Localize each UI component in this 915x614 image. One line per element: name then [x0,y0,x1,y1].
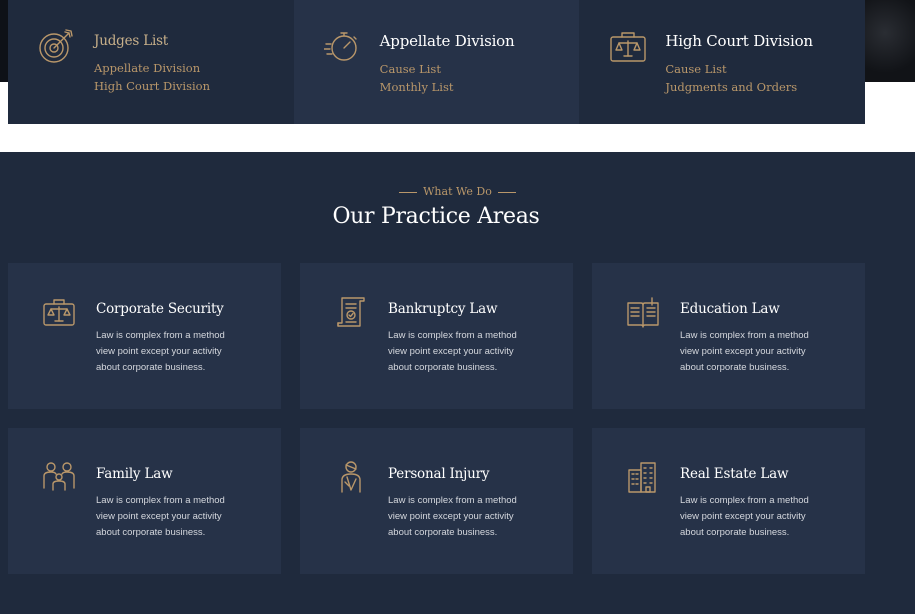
quick-link-title[interactable]: Appellate Division [380,32,515,50]
practice-card-family-law[interactable]: Family Law Law is complex from a method … [8,428,281,574]
link-monthly-list[interactable]: Monthly List [380,78,515,96]
injured-person-icon [334,460,368,494]
eyebrow-line [399,191,418,193]
family-icon [42,460,76,494]
quick-link-high-court-division[interactable]: High Court Division Cause List Judgments… [579,0,866,124]
stopwatch-icon [323,28,360,64]
card-description: Law is complex from a method view point … [388,330,517,373]
quick-link-title[interactable]: High Court Division [665,32,813,50]
practice-areas-section: What We Do Our Practice Areas Corporate … [0,152,915,614]
card-description: Law is complex from a method view point … [680,495,809,538]
book-icon [626,295,660,329]
section-eyebrow: What We Do [0,185,915,198]
card-title[interactable]: Corporate Security [96,301,246,317]
quick-link-judges-list[interactable]: Judges List Appellate Division High Cour… [8,0,294,124]
link-high-court-division[interactable]: High Court Division [94,77,210,95]
card-title[interactable]: Real Estate Law [680,466,830,482]
practice-card-education-law[interactable]: Education Law Law is complex from a meth… [592,263,865,409]
building-icon [626,460,660,494]
quick-link-title[interactable]: Judges List [94,33,210,49]
practice-card-personal-injury[interactable]: Personal Injury Law is complex from a me… [300,428,573,574]
eyebrow-line [497,191,516,193]
practice-grid: Corporate Security Law is complex from a… [8,263,865,574]
card-description: Law is complex from a method view point … [96,330,225,373]
link-cause-list[interactable]: Cause List [665,60,813,78]
eyebrow-text: What We Do [423,185,492,198]
briefcase-scale-icon [609,28,647,64]
practice-card-corporate-security[interactable]: Corporate Security Law is complex from a… [8,263,281,409]
link-cause-list[interactable]: Cause List [380,60,515,78]
section-title: Our Practice Areas [332,204,540,229]
quick-links: Judges List Appellate Division High Cour… [8,0,866,124]
target-icon [38,28,74,64]
briefcase-scale-icon [42,295,76,329]
link-appellate-division[interactable]: Appellate Division [94,59,210,77]
card-description: Law is complex from a method view point … [96,495,225,538]
link-judgments-and-orders[interactable]: Judgments and Orders [665,78,813,96]
practice-card-bankruptcy-law[interactable]: Bankruptcy Law Law is complex from a met… [300,263,573,409]
card-title[interactable]: Bankruptcy Law [388,301,538,317]
card-title[interactable]: Education Law [680,301,830,317]
card-title[interactable]: Family Law [96,466,246,482]
card-title[interactable]: Personal Injury [388,466,538,482]
card-description: Law is complex from a method view point … [388,495,517,538]
practice-card-real-estate-law[interactable]: Real Estate Law Law is complex from a me… [592,428,865,574]
quick-link-appellate-division[interactable]: Appellate Division Cause List Monthly Li… [293,0,580,124]
card-description: Law is complex from a method view point … [680,330,809,373]
scroll-icon [334,295,368,329]
